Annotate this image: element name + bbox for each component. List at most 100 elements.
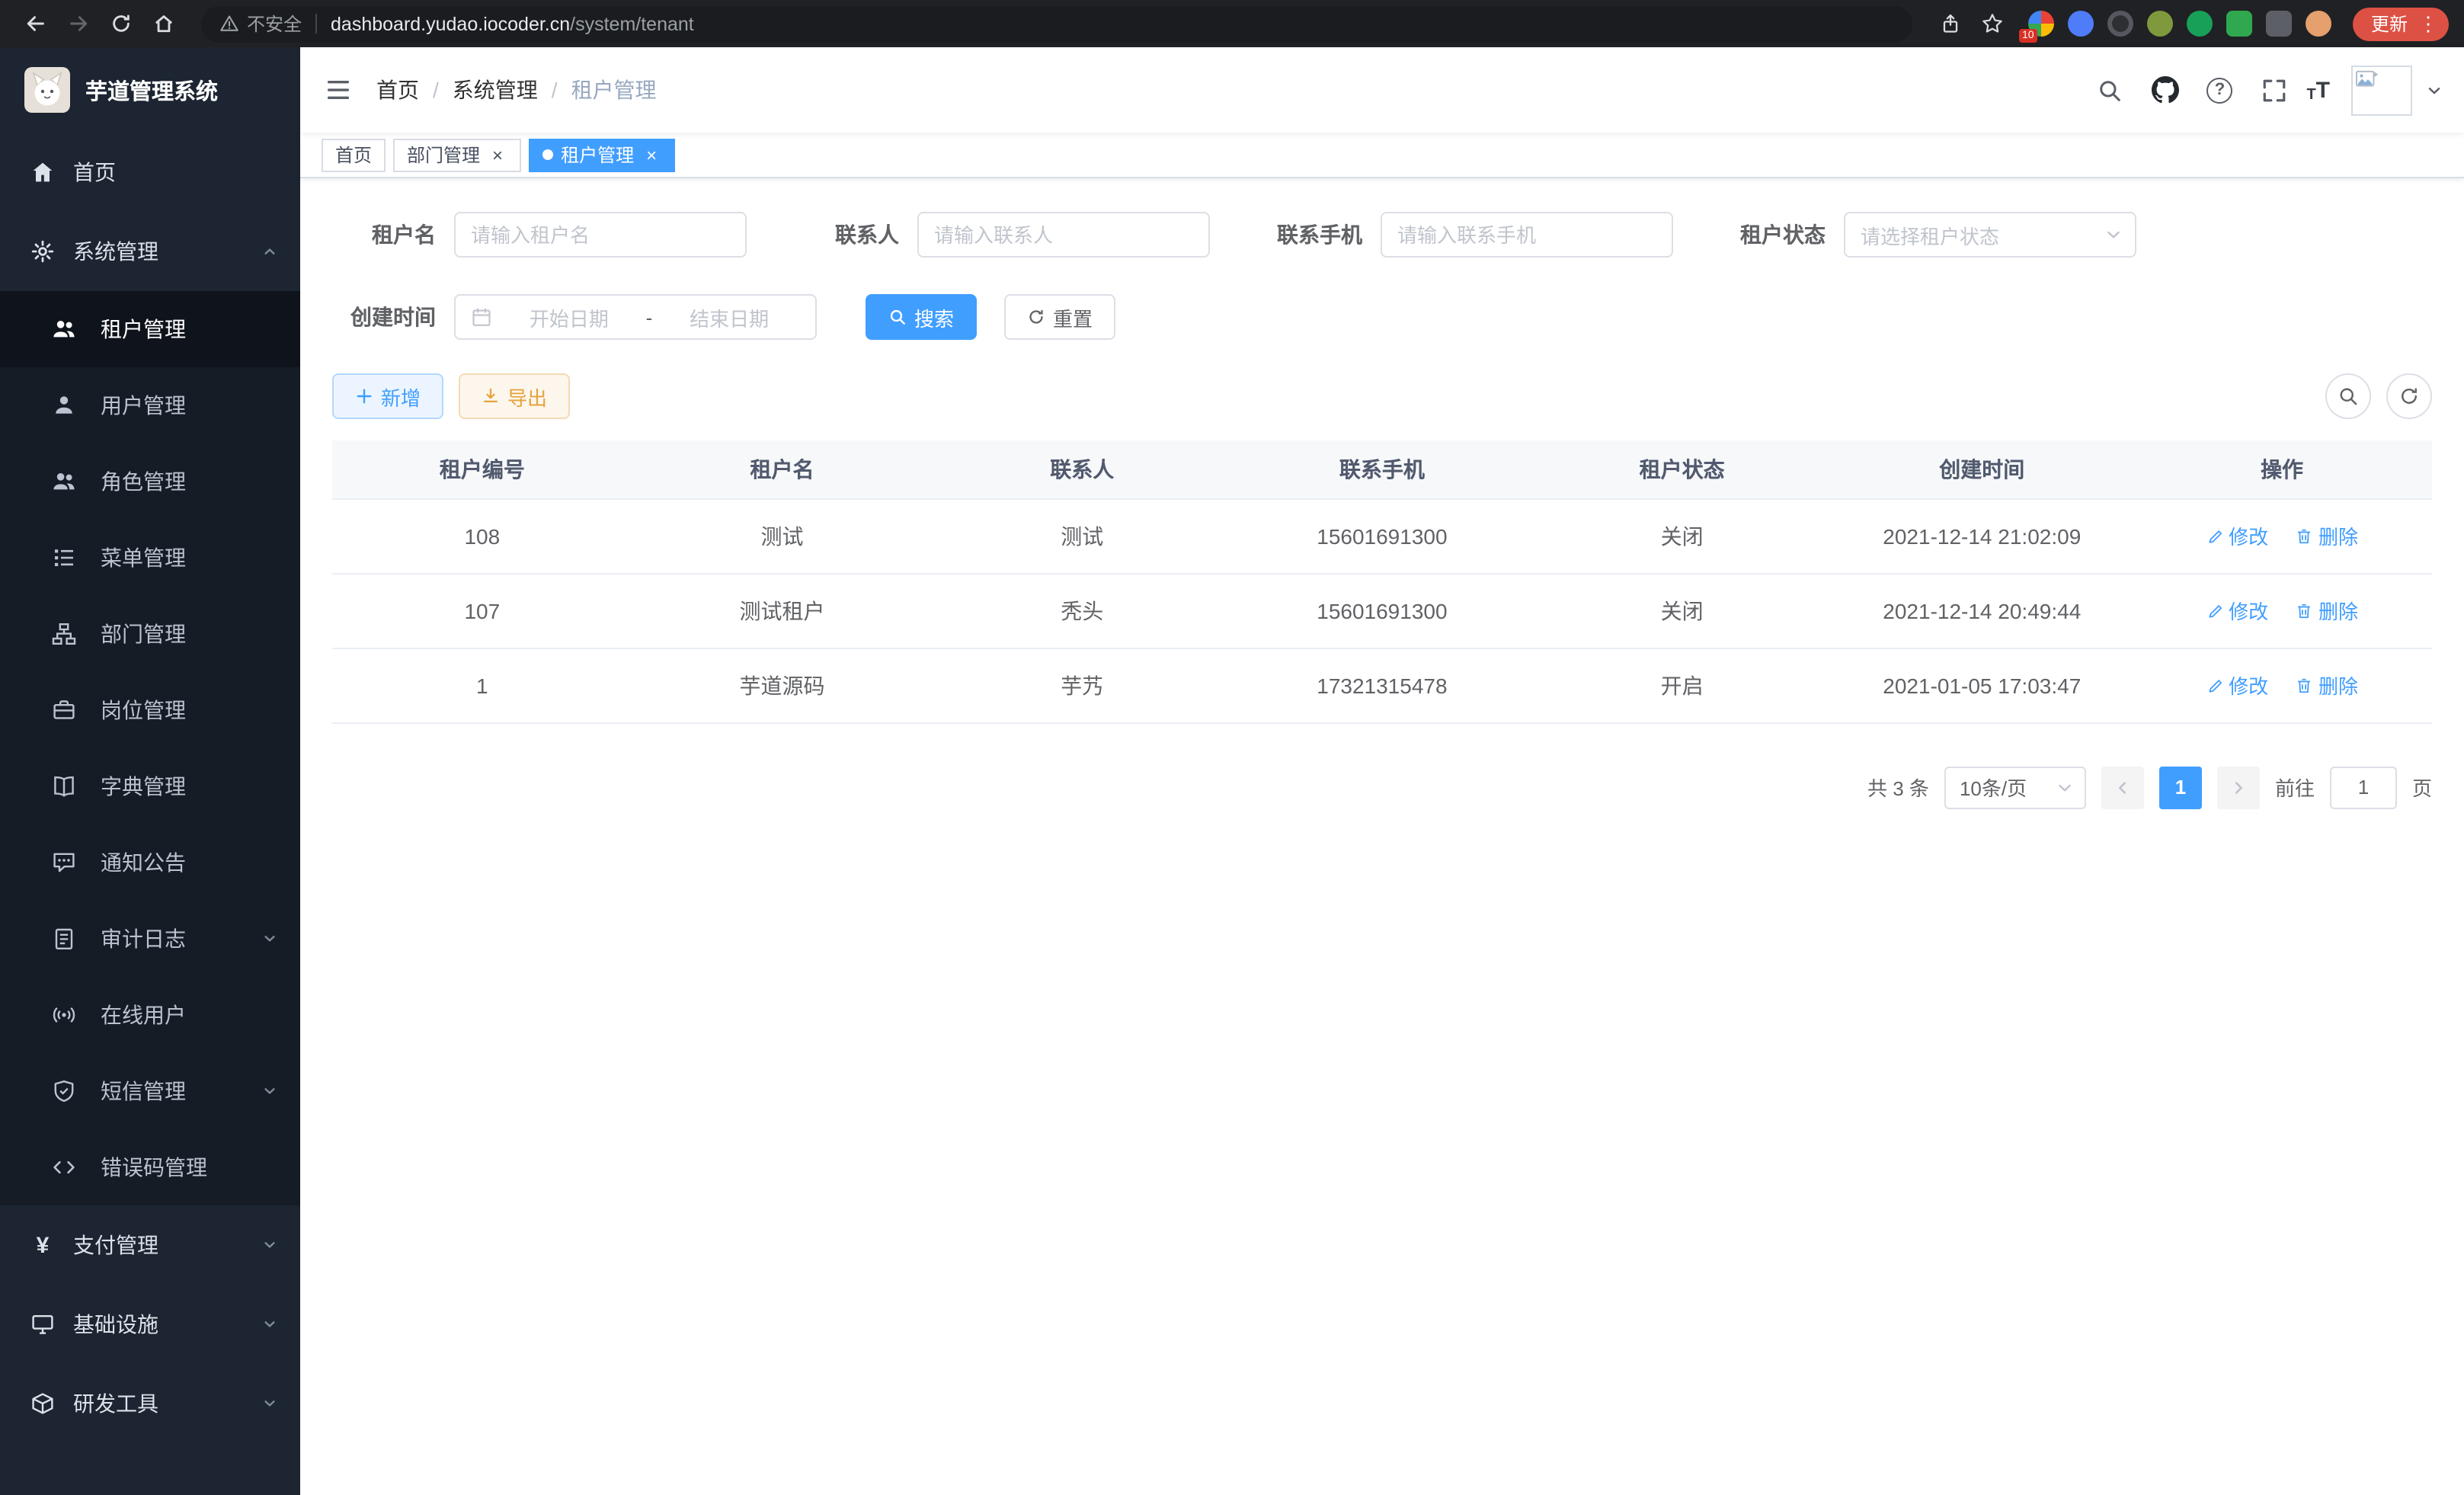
back-icon[interactable]: [15, 4, 55, 43]
profile-avatar-icon[interactable]: [2306, 11, 2331, 37]
cell-name: 测试租户: [632, 573, 933, 648]
cell-created: 2021-01-05 17:03:47: [1832, 648, 2132, 722]
edit-link[interactable]: 修改: [2206, 596, 2268, 625]
home-icon[interactable]: [143, 4, 183, 43]
search-icon[interactable]: [2087, 67, 2133, 113]
update-label: 更新: [2371, 11, 2408, 37]
next-page-button[interactable]: [2217, 766, 2260, 808]
cell-status: 开启: [1532, 648, 1832, 722]
add-button[interactable]: 新增: [332, 373, 443, 419]
delete-link[interactable]: 删除: [2296, 521, 2358, 550]
sidebar-item-home[interactable]: 首页: [0, 133, 300, 212]
sidebar-item-menu[interactable]: 菜单管理: [0, 520, 300, 596]
delete-link[interactable]: 删除: [2296, 671, 2358, 699]
extension-icon[interactable]: [2187, 11, 2213, 37]
breadcrumb-system[interactable]: 系统管理: [453, 75, 538, 105]
edit-link[interactable]: 修改: [2206, 521, 2268, 550]
collapse-sidebar-icon[interactable]: [300, 47, 376, 133]
book-icon: [52, 774, 76, 799]
table-row[interactable]: 1 芋道源码 芋艿 17321315478 开启 2021-01-05 17:0…: [332, 648, 2432, 722]
tab-home[interactable]: 首页: [322, 138, 386, 171]
briefcase-icon: [52, 698, 76, 722]
sidebar-item-label: 审计日志: [101, 924, 186, 954]
chevron-right-icon: [2229, 778, 2248, 796]
sidebar-item-dict[interactable]: 字典管理: [0, 748, 300, 824]
bookmark-star-icon[interactable]: [1973, 4, 2013, 43]
search-button[interactable]: 搜索: [866, 294, 977, 340]
close-icon[interactable]: ×: [642, 145, 661, 165]
message-icon: [52, 850, 76, 875]
active-dot: [542, 149, 553, 160]
tenant-status-select[interactable]: 请选择租户状态: [1844, 212, 2136, 258]
breadcrumb-home[interactable]: 首页: [376, 75, 419, 105]
col-header-created: 创建时间: [1832, 440, 2132, 498]
extension-icon[interactable]: 10: [2028, 11, 2054, 37]
sidebar-item-role[interactable]: 角色管理: [0, 443, 300, 520]
sidebar-item-tools[interactable]: 研发工具: [0, 1364, 300, 1443]
table-row[interactable]: 107 测试租户 秃头 15601691300 关闭 2021-12-14 20…: [332, 573, 2432, 648]
share-icon[interactable]: [1931, 4, 1970, 43]
system-submenu: 租户管理 用户管理 角色管理 菜单管理: [0, 291, 300, 1205]
app-logo[interactable]: 芋道管理系统: [0, 47, 300, 133]
reset-button[interactable]: 重置: [1004, 294, 1115, 340]
sidebar-item-post[interactable]: 岗位管理: [0, 672, 300, 748]
delete-link[interactable]: 删除: [2296, 596, 2358, 625]
edit-link[interactable]: 修改: [2206, 671, 2268, 699]
forward-icon[interactable]: [58, 4, 98, 43]
sidebar-item-notice[interactable]: 通知公告: [0, 824, 300, 901]
sidebar-item-infra[interactable]: 基础设施: [0, 1285, 300, 1364]
sidebar: 芋道管理系统 首页 系统管理 租户管理: [0, 47, 300, 1495]
goto-page-input[interactable]: [2330, 766, 2397, 808]
chevron-down-icon: [261, 1236, 279, 1254]
extension-icon[interactable]: [2068, 11, 2094, 37]
cell-actions: 修改 删除: [2132, 573, 2432, 648]
phone-input[interactable]: [1381, 212, 1673, 258]
address-bar[interactable]: 不安全 dashboard.yudao.iocoder.cn /system/t…: [201, 5, 1912, 42]
page-size-select[interactable]: 10条/页: [1944, 766, 2086, 808]
sidebar-item-sms[interactable]: 短信管理: [0, 1053, 300, 1129]
avatar[interactable]: [2351, 65, 2412, 115]
contact-input[interactable]: [917, 212, 1210, 258]
tab-label: 部门管理: [407, 142, 480, 168]
sidebar-item-tenant[interactable]: 租户管理: [0, 291, 300, 367]
sidebar-item-system[interactable]: 系统管理: [0, 212, 300, 291]
sidebar-item-pay[interactable]: ¥ 支付管理: [0, 1205, 300, 1285]
extension-icon[interactable]: [2226, 11, 2252, 37]
plus-icon: [355, 387, 373, 405]
sidebar-item-audit[interactable]: 审计日志: [0, 901, 300, 977]
refresh-table-button[interactable]: [2386, 373, 2432, 419]
fullscreen-icon[interactable]: [2251, 67, 2297, 113]
close-icon[interactable]: ×: [488, 145, 507, 165]
sidebar-item-dept[interactable]: 部门管理: [0, 596, 300, 672]
tenant-name-input[interactable]: [454, 212, 747, 258]
create-time-range-picker[interactable]: 开始日期 - 结束日期: [454, 294, 817, 340]
font-size-icon[interactable]: TT: [2306, 77, 2330, 103]
cell-id: 107: [332, 573, 632, 648]
more-menu-icon[interactable]: ⋮: [2418, 14, 2438, 34]
monitor-icon: [30, 1312, 55, 1337]
export-button[interactable]: 导出: [459, 373, 570, 419]
sidebar-item-user[interactable]: 用户管理: [0, 367, 300, 443]
extension-icon[interactable]: [2147, 11, 2173, 37]
chevron-down-icon[interactable]: [2426, 82, 2443, 98]
reload-icon[interactable]: [101, 4, 140, 43]
tab-tenant[interactable]: 租户管理 ×: [529, 138, 675, 171]
cell-name: 测试: [632, 498, 933, 573]
browser-toolbar: 不安全 dashboard.yudao.iocoder.cn /system/t…: [0, 0, 2464, 47]
extension-icon[interactable]: [2266, 11, 2292, 37]
sidebar-item-errcode[interactable]: 错误码管理: [0, 1129, 300, 1205]
extension-icon[interactable]: [2107, 11, 2133, 37]
security-warning[interactable]: 不安全: [219, 11, 302, 37]
sidebar-item-online[interactable]: 在线用户: [0, 977, 300, 1053]
prev-page-button[interactable]: [2101, 766, 2144, 808]
table-row[interactable]: 108 测试 测试 15601691300 关闭 2021-12-14 21:0…: [332, 498, 2432, 573]
col-header-status: 租户状态: [1532, 440, 1832, 498]
page-number-button[interactable]: 1: [2159, 766, 2202, 808]
browser-update-button[interactable]: 更新 ⋮: [2353, 7, 2449, 40]
help-icon[interactable]: ?: [2197, 67, 2242, 113]
logo-image: [24, 67, 70, 113]
sidebar-item-label: 研发工具: [73, 1388, 158, 1419]
tab-dept[interactable]: 部门管理 ×: [393, 138, 521, 171]
toggle-search-button[interactable]: [2325, 373, 2371, 419]
github-icon[interactable]: [2142, 67, 2187, 113]
